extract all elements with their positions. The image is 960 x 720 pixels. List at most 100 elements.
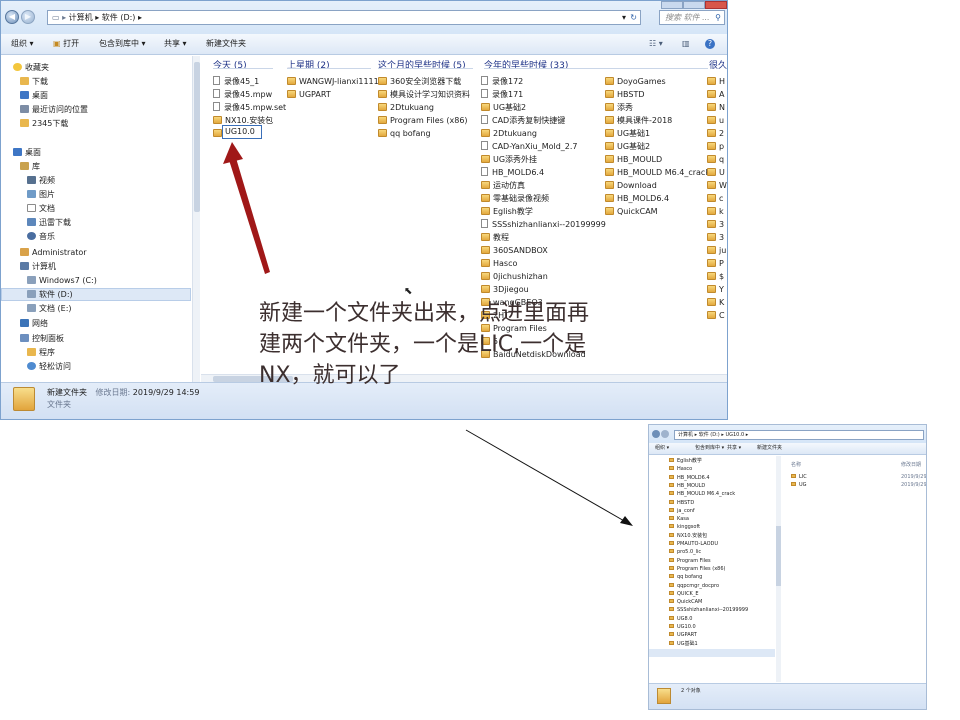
include-in-library-button[interactable]: 包含到库中 ▾ — [695, 445, 724, 452]
folder-icon — [669, 524, 674, 529]
folder-icon — [669, 615, 674, 620]
tree-label: PMAUTO-LAODU — [677, 541, 719, 547]
inset-tree-item[interactable]: Eglish教学 — [669, 458, 702, 465]
folder-icon — [669, 582, 674, 587]
tree-label: kinggsoft — [677, 524, 701, 531]
share-button[interactable]: 共享 ▾ — [727, 445, 741, 452]
folder-icon — [669, 574, 674, 579]
folder-icon — [669, 549, 674, 554]
folder-icon — [669, 532, 674, 537]
red-arrow-shaft — [229, 158, 270, 274]
organize-button[interactable]: 组织 ▾ — [655, 445, 669, 452]
folder-icon — [669, 499, 674, 504]
breadcrumb-item[interactable]: 计算机 — [678, 432, 693, 438]
inset-tree-item[interactable]: UG8.0 — [669, 615, 693, 623]
folder-icon — [669, 590, 674, 595]
inset-tree-item[interactable]: QUICK_E — [669, 590, 699, 598]
inset-tree-item[interactable]: qqpcmgr_docpro — [669, 582, 720, 590]
folder-icon — [669, 458, 674, 462]
tree-label: UG8.0 — [677, 615, 693, 622]
folder-icon — [669, 632, 674, 637]
file-name: LIC — [799, 474, 807, 480]
inset-toolbar: 组织 ▾ 包含到库中 ▾ 共享 ▾ 新建文件夹 — [649, 443, 926, 455]
inset-tree-item[interactable]: qq bofang — [669, 574, 702, 581]
inset-scrollbar[interactable] — [776, 456, 781, 682]
forward-button[interactable] — [661, 430, 669, 438]
inset-tree-item[interactable]: pro5.0_lic — [669, 549, 701, 556]
file-date: 2019/9/29 — [901, 474, 927, 480]
file-name: UG — [799, 482, 807, 488]
tree-label: SSSshizhanlianxi--20199999 — [677, 607, 749, 614]
folder-icon — [669, 599, 674, 604]
tree-label: HB_MOLD6.4 — [677, 474, 710, 481]
back-button[interactable] — [652, 430, 660, 438]
scrollbar-thumb[interactable] — [776, 526, 781, 586]
file-date: 2019/9/29 — [901, 482, 927, 488]
inset-tree-item[interactable]: HB_MOULD — [669, 482, 706, 490]
inset-explorer-window: 计算机 ▸ 软件 (D:) ▸ UG10.0 ▸ 组织 ▾ 包含到库中 ▾ 共享… — [648, 424, 927, 710]
inset-tree-item[interactable]: HBSTD — [669, 499, 695, 507]
inset-file-row[interactable]: LIC — [791, 474, 807, 481]
tree-label: Eglish教学 — [677, 458, 702, 464]
inset-tree-item[interactable]: NX10.安装包 — [669, 532, 708, 540]
folder-icon — [669, 474, 674, 479]
tree-label: QUICK_E — [677, 590, 699, 597]
breadcrumb-item[interactable]: 软件 (D:) — [699, 432, 720, 438]
inset-tree-item[interactable]: SSSshizhanlianxi--20199999 — [669, 607, 748, 614]
tree-label: Hasco — [677, 466, 693, 473]
inset-tree-item[interactable]: UGPART — [669, 632, 697, 639]
inset-navigation-pane: Eglish教学 Hasco HB_MOLD6.4 HB_MOULD HB_MOULD … — [649, 456, 775, 682]
tree-label: Program Files — [677, 557, 711, 564]
tree-label: NX10.安装包 — [677, 532, 708, 539]
inset-file-row[interactable]: UG — [791, 482, 807, 489]
tree-label: QuickCAM — [677, 599, 703, 606]
inset-address-bar: 计算机 ▸ 软件 (D:) ▸ UG10.0 ▸ — [649, 425, 926, 443]
folder-icon — [791, 482, 796, 486]
inset-tree-item[interactable]: kinggsoft — [669, 524, 700, 531]
tree-label: HB_MOULD M6.4_crack — [677, 491, 736, 498]
inset-address-input[interactable]: 计算机 ▸ 软件 (D:) ▸ UG10.0 ▸ — [674, 430, 924, 440]
black-arrow-head — [620, 516, 633, 526]
inset-tree-item[interactable]: UG10.0 — [669, 624, 696, 631]
folder-icon — [657, 688, 671, 704]
inset-tree-item[interactable]: QuickCAM — [669, 599, 702, 606]
inset-tree-item[interactable]: Kasa — [669, 516, 689, 523]
folder-icon — [791, 474, 796, 478]
tree-label: UG基础1 — [677, 640, 698, 647]
inset-tree-item[interactable]: UG基础1 — [669, 640, 698, 648]
inset-tree-item[interactable]: Hasco — [669, 466, 692, 473]
tree-label: UGPART — [677, 632, 697, 639]
tree-label: Kasa — [677, 516, 689, 523]
folder-icon — [669, 516, 674, 521]
folder-icon — [669, 491, 674, 496]
folder-icon — [669, 482, 674, 487]
new-folder-button[interactable]: 新建文件夹 — [757, 445, 782, 452]
folder-icon — [669, 607, 674, 612]
folder-icon — [669, 624, 674, 628]
inset-tree-item[interactable]: ja_conf — [669, 507, 695, 515]
inset-tree-item[interactable]: Program Files — [669, 557, 711, 565]
tree-label: pro5.0_lic — [677, 549, 702, 556]
inset-status-text: 2 个对象 — [681, 688, 701, 694]
red-arrow-head — [223, 142, 243, 164]
folder-icon — [669, 557, 674, 562]
inset-tree-item[interactable]: HB_MOLD6.4 — [669, 474, 710, 482]
tree-label: Program Files (x86) — [677, 565, 726, 572]
tree-label: ja_conf — [677, 507, 695, 514]
breadcrumb-item[interactable]: UG10.0 — [725, 432, 744, 438]
inset-status-bar: 2 个对象 — [649, 683, 926, 709]
tree-label: qq bofang — [677, 574, 703, 581]
inset-tree-item[interactable]: PMAUTO-LAODU — [669, 541, 718, 548]
column-header-date[interactable]: 修改日期 — [901, 462, 921, 469]
black-arrow-line — [465, 429, 627, 523]
tree-label: HBSTD — [677, 499, 695, 506]
tree-label: HB_MOULD — [677, 482, 706, 489]
column-header-name[interactable]: 名称 — [791, 462, 801, 469]
inset-tree-item[interactable]: HB_MOULD M6.4_crack — [669, 491, 735, 498]
tree-selection-highlight — [649, 649, 775, 657]
tree-label: qqpcmgr_docpro — [677, 582, 720, 589]
folder-icon — [669, 565, 674, 570]
folder-icon — [669, 640, 674, 645]
tree-label: UG10.0 — [677, 624, 696, 630]
inset-tree-item[interactable]: Program Files (x86) — [669, 565, 726, 573]
